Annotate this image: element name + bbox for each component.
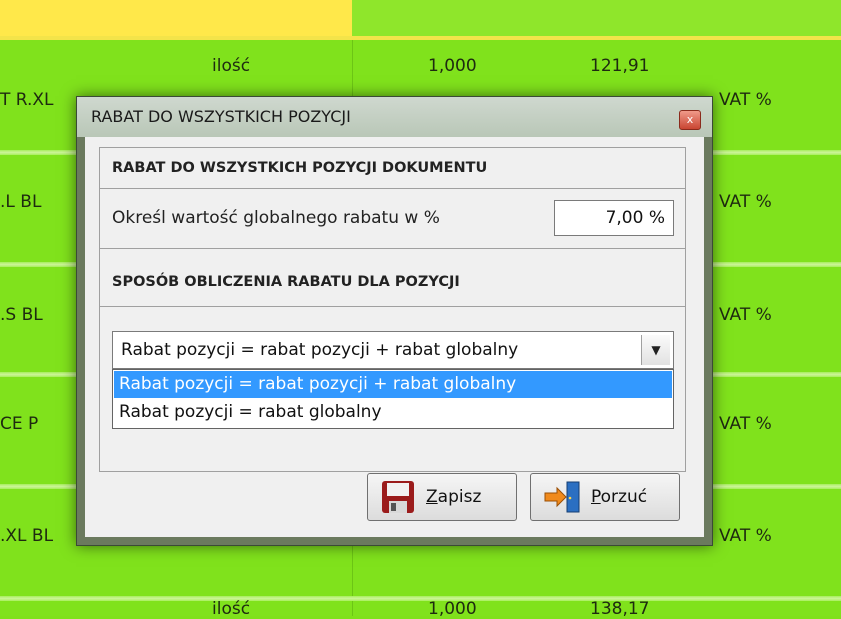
method-selected-value: Rabat pozycji = rabat pozycji + rabat gl… — [121, 340, 519, 360]
save-button[interactable]: Zapisz — [367, 473, 517, 521]
row-vat: VAT % — [719, 526, 772, 546]
row-separator — [0, 596, 841, 601]
row-vat: VAT % — [719, 414, 772, 434]
row-name: .L BL — [0, 192, 42, 212]
row-vat: VAT % — [719, 305, 772, 325]
method-dropdown-list: Rabat pozycji = rabat pozycji + rabat gl… — [112, 369, 674, 429]
row-name: .S BL — [0, 305, 43, 325]
divider — [100, 248, 685, 249]
row-qty: 1,000 — [428, 599, 477, 619]
row-qty: 1,000 — [428, 56, 477, 76]
exit-button[interactable]: Porzuć — [530, 473, 680, 521]
chevron-down-icon: ▼ — [651, 343, 661, 357]
dialog-titlebar[interactable]: RABAT DO WSZYSTKICH POZYCJI x — [77, 97, 712, 137]
save-label-mnemonic: Z — [426, 487, 438, 507]
floppy-disk-icon — [382, 481, 414, 513]
row-qty-label: ilość — [212, 599, 251, 619]
settings-group: RABAT DO WSZYSTKICH POZYCJI DOKUMENTU Ok… — [99, 147, 686, 472]
method-option[interactable]: Rabat pozycji = rabat pozycji + rabat gl… — [114, 371, 672, 398]
row-price: 138,17 — [590, 599, 650, 619]
discount-dialog: RABAT DO WSZYSTKICH POZYCJI x RABAT DO W… — [76, 96, 713, 546]
method-select[interactable]: Rabat pozycji = rabat pozycji + rabat gl… — [112, 331, 674, 369]
dropdown-button[interactable]: ▼ — [641, 335, 670, 365]
row-name: CE P — [0, 414, 39, 434]
exit-label-mnemonic: P — [591, 487, 601, 507]
divider — [100, 188, 685, 189]
dialog-body: RABAT DO WSZYSTKICH POZYCJI DOKUMENTU Ok… — [85, 137, 704, 537]
top-bar-green — [352, 0, 841, 36]
row-price: 121,91 — [590, 56, 650, 76]
row-vat: VAT % — [719, 192, 772, 212]
top-bar — [0, 0, 841, 40]
row-qty-label: ilość — [212, 56, 251, 76]
close-icon: x — [686, 113, 694, 126]
save-label: apisz — [437, 487, 482, 507]
exit-label: orzuć — [600, 487, 648, 507]
row-vat: VAT % — [719, 90, 772, 110]
method-option[interactable]: Rabat pozycji = rabat globalny — [114, 399, 672, 426]
row-name: T R.XL — [0, 90, 54, 110]
divider — [100, 306, 685, 307]
top-bar-highlight — [0, 0, 352, 36]
discount-label: Określ wartość globalnego rabatu w % — [112, 208, 440, 228]
row-name: .XL BL — [0, 526, 54, 546]
section-title-global-discount: RABAT DO WSZYSTKICH POZYCJI DOKUMENTU — [112, 160, 488, 176]
close-button[interactable]: x — [679, 110, 701, 130]
section-title-calc-method: SPOSÓB OBLICZENIA RABATU DLA POZYCJI — [112, 274, 460, 290]
exit-door-icon — [544, 481, 580, 513]
dialog-title: RABAT DO WSZYSTKICH POZYCJI — [91, 107, 351, 126]
discount-input[interactable]: 7,00 % — [554, 200, 674, 236]
